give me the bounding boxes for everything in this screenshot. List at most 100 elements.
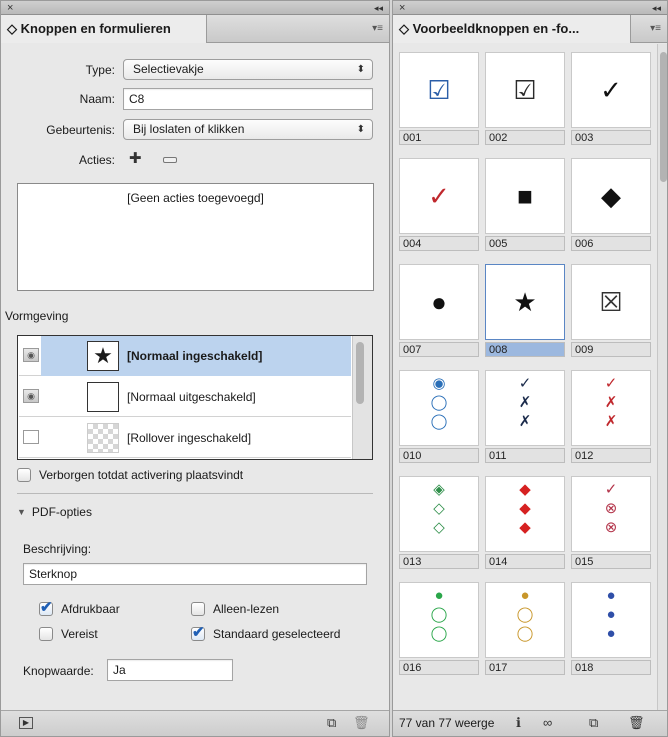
sample-button-label: 013 — [399, 554, 479, 569]
state-label: [Normaal uitgeschakeld] — [127, 390, 256, 404]
sample-button-007[interactable]: ● 007 — [397, 264, 481, 358]
pdf-options-toggle[interactable]: ▼ PDF-opties — [17, 505, 92, 519]
state-row-normal-on[interactable]: ◉ ★ [Normaal ingeschakeld] — [19, 336, 351, 376]
description-label: Beschrijving: — [23, 542, 92, 556]
disclosure-triangle-icon[interactable]: ▼ — [17, 507, 26, 517]
sample-button-preview[interactable]: ● ◯ ◯ — [399, 582, 479, 658]
sample-button-017[interactable]: ● ◯ ◯ 017 — [483, 582, 567, 676]
sample-button-preview[interactable]: ◈ ◇ ◇ — [399, 476, 479, 552]
sample-button-preview[interactable]: ✓ ✗ ✗ — [571, 370, 651, 446]
scrollbar-thumb[interactable] — [356, 342, 364, 404]
printable-checkbox[interactable] — [39, 598, 53, 616]
sample-button-preview[interactable]: ☒ — [571, 264, 651, 340]
sample-button-014[interactable]: ◆ ◆ ◆ 014 — [483, 476, 567, 570]
button-state-glyph: ◆ — [519, 519, 531, 536]
sample-button-label: 009 — [571, 342, 651, 357]
required-checkbox[interactable] — [39, 627, 53, 641]
tab-sample-buttons[interactable]: ◇ Voorbeeldknoppen en -fo... — [393, 15, 631, 43]
appearance-states-list[interactable]: ◉ ★ [Normaal ingeschakeld] ◉ [Normaal ui… — [17, 335, 373, 460]
sample-button-013[interactable]: ◈ ◇ ◇ 013 — [397, 476, 481, 570]
close-icon[interactable]: × — [7, 1, 13, 15]
button-state-glyph: ⊗ — [604, 519, 618, 536]
sample-button-preview[interactable]: ☑ — [399, 52, 479, 128]
button-value-input[interactable]: Ja — [107, 659, 233, 681]
info-icon[interactable]: ℹ — [516, 711, 521, 735]
printable-row[interactable]: Afdrukbaar — [39, 598, 120, 616]
preview-icon[interactable]: ▶ — [19, 717, 33, 729]
sample-button-016[interactable]: ● ◯ ◯ 016 — [397, 582, 481, 676]
button-state-glyph: ✗ — [604, 413, 618, 430]
sample-button-preview[interactable]: ● — [399, 264, 479, 340]
sample-button-preview[interactable]: ■ — [485, 158, 565, 234]
hidden-checkbox[interactable] — [17, 468, 31, 482]
collapse-icon[interactable]: ◂◂ — [374, 1, 383, 15]
sample-button-preview[interactable]: ✓ — [399, 158, 479, 234]
sample-button-preview[interactable]: ✓ ✗ ✗ — [485, 370, 565, 446]
eye-icon[interactable]: ◉ — [23, 389, 39, 403]
binoculars-icon[interactable]: ∞ — [543, 711, 552, 735]
sample-button-003[interactable]: ✓ 003 — [569, 52, 653, 146]
sample-button-preview[interactable]: ● ● ● — [571, 582, 651, 658]
panel-bottom-bar: 77 van 77 weerge ℹ ∞ ⧉ 🗑 — [393, 710, 667, 736]
sample-button-preview[interactable]: ● ◯ ◯ — [485, 582, 565, 658]
readonly-checkbox[interactable] — [191, 602, 205, 616]
eye-toggle-empty[interactable] — [23, 430, 39, 444]
sample-button-011[interactable]: ✓ ✗ ✗ 011 — [483, 370, 567, 464]
button-state-glyph: ◆ — [519, 500, 531, 517]
trash-icon[interactable]: 🗑 — [353, 711, 370, 735]
collapse-icon[interactable]: ◂◂ — [652, 1, 661, 15]
trash-icon[interactable]: 🗑 — [628, 711, 645, 735]
empty-thumb-icon — [87, 382, 119, 412]
sample-button-006[interactable]: ◆ 006 — [569, 158, 653, 252]
remove-action-icon[interactable] — [163, 157, 177, 163]
close-icon[interactable]: × — [399, 1, 405, 15]
tab-buttons-forms[interactable]: ◇ Knoppen en formulieren — [1, 15, 207, 43]
sample-button-label: 008 — [485, 342, 565, 357]
state-row-normal-off[interactable]: ◉ [Normaal uitgeschakeld] — [19, 377, 351, 417]
default-selected-checkbox[interactable] — [191, 623, 205, 641]
grid-scrollbar[interactable] — [657, 44, 667, 710]
convert-object-icon[interactable]: ⧉ — [327, 711, 336, 735]
state-row-rollover-on[interactable]: [Rollover ingeschakeld] — [19, 418, 351, 458]
required-row[interactable]: Vereist — [39, 627, 98, 641]
sample-button-012[interactable]: ✓ ✗ ✗ 012 — [569, 370, 653, 464]
button-state-glyph: ◇ — [433, 519, 445, 536]
sample-button-008[interactable]: ★ 008 — [483, 264, 567, 358]
actions-list[interactable]: [Geen acties toegevoegd] — [17, 183, 374, 291]
description-input[interactable]: Sterknop — [23, 563, 367, 585]
button-state-glyph: ◯ — [430, 413, 448, 430]
default-selected-row[interactable]: Standaard geselecteerd — [191, 623, 340, 641]
sample-button-018[interactable]: ● ● ● 018 — [569, 582, 653, 676]
sample-button-preview[interactable]: ☑ — [485, 52, 565, 128]
type-select[interactable]: Selectievakje ⬍ — [123, 59, 373, 80]
readonly-row[interactable]: Alleen-lezen — [191, 602, 279, 616]
sample-button-preview[interactable]: ◆ ◆ ◆ — [485, 476, 565, 552]
button-state-glyph: ✓ — [604, 375, 618, 392]
add-action-icon[interactable]: ✚ — [129, 149, 142, 167]
sample-button-001[interactable]: ☑ 001 — [397, 52, 481, 146]
sample-button-010[interactable]: ◉ ◯ ◯ 010 — [397, 370, 481, 464]
event-select-value: Bij loslaten of klikken — [133, 122, 245, 136]
sample-button-004[interactable]: ✓ 004 — [397, 158, 481, 252]
sample-button-005[interactable]: ■ 005 — [483, 158, 567, 252]
sample-button-015[interactable]: ✓ ⊗ ⊗ 015 — [569, 476, 653, 570]
hidden-until-triggered-row[interactable]: Verborgen totdat activering plaatsvindt — [17, 468, 243, 482]
eye-icon[interactable]: ◉ — [23, 348, 39, 362]
event-select[interactable]: Bij loslaten of klikken ⬍ — [123, 119, 373, 140]
button-state-glyph: ● — [606, 606, 616, 623]
states-scrollbar[interactable] — [352, 336, 372, 459]
item-count-status: 77 van 77 weerge — [399, 716, 495, 730]
sample-button-preview[interactable]: ★ — [485, 264, 565, 340]
new-item-icon[interactable]: ⧉ — [589, 711, 598, 735]
sample-button-preview[interactable]: ✓ — [571, 52, 651, 128]
sample-button-002[interactable]: ☑ 002 — [483, 52, 567, 146]
panel-menu-icon[interactable]: ▾≡ — [650, 23, 661, 34]
panel-menu-icon[interactable]: ▾≡ — [372, 23, 383, 34]
button-state-glyph: ● — [606, 625, 616, 642]
name-input[interactable]: C8 — [123, 88, 373, 110]
sample-button-009[interactable]: ☒ 009 — [569, 264, 653, 358]
scrollbar-thumb[interactable] — [660, 52, 667, 182]
sample-button-preview[interactable]: ✓ ⊗ ⊗ — [571, 476, 651, 552]
sample-button-preview[interactable]: ◉ ◯ ◯ — [399, 370, 479, 446]
sample-button-preview[interactable]: ◆ — [571, 158, 651, 234]
